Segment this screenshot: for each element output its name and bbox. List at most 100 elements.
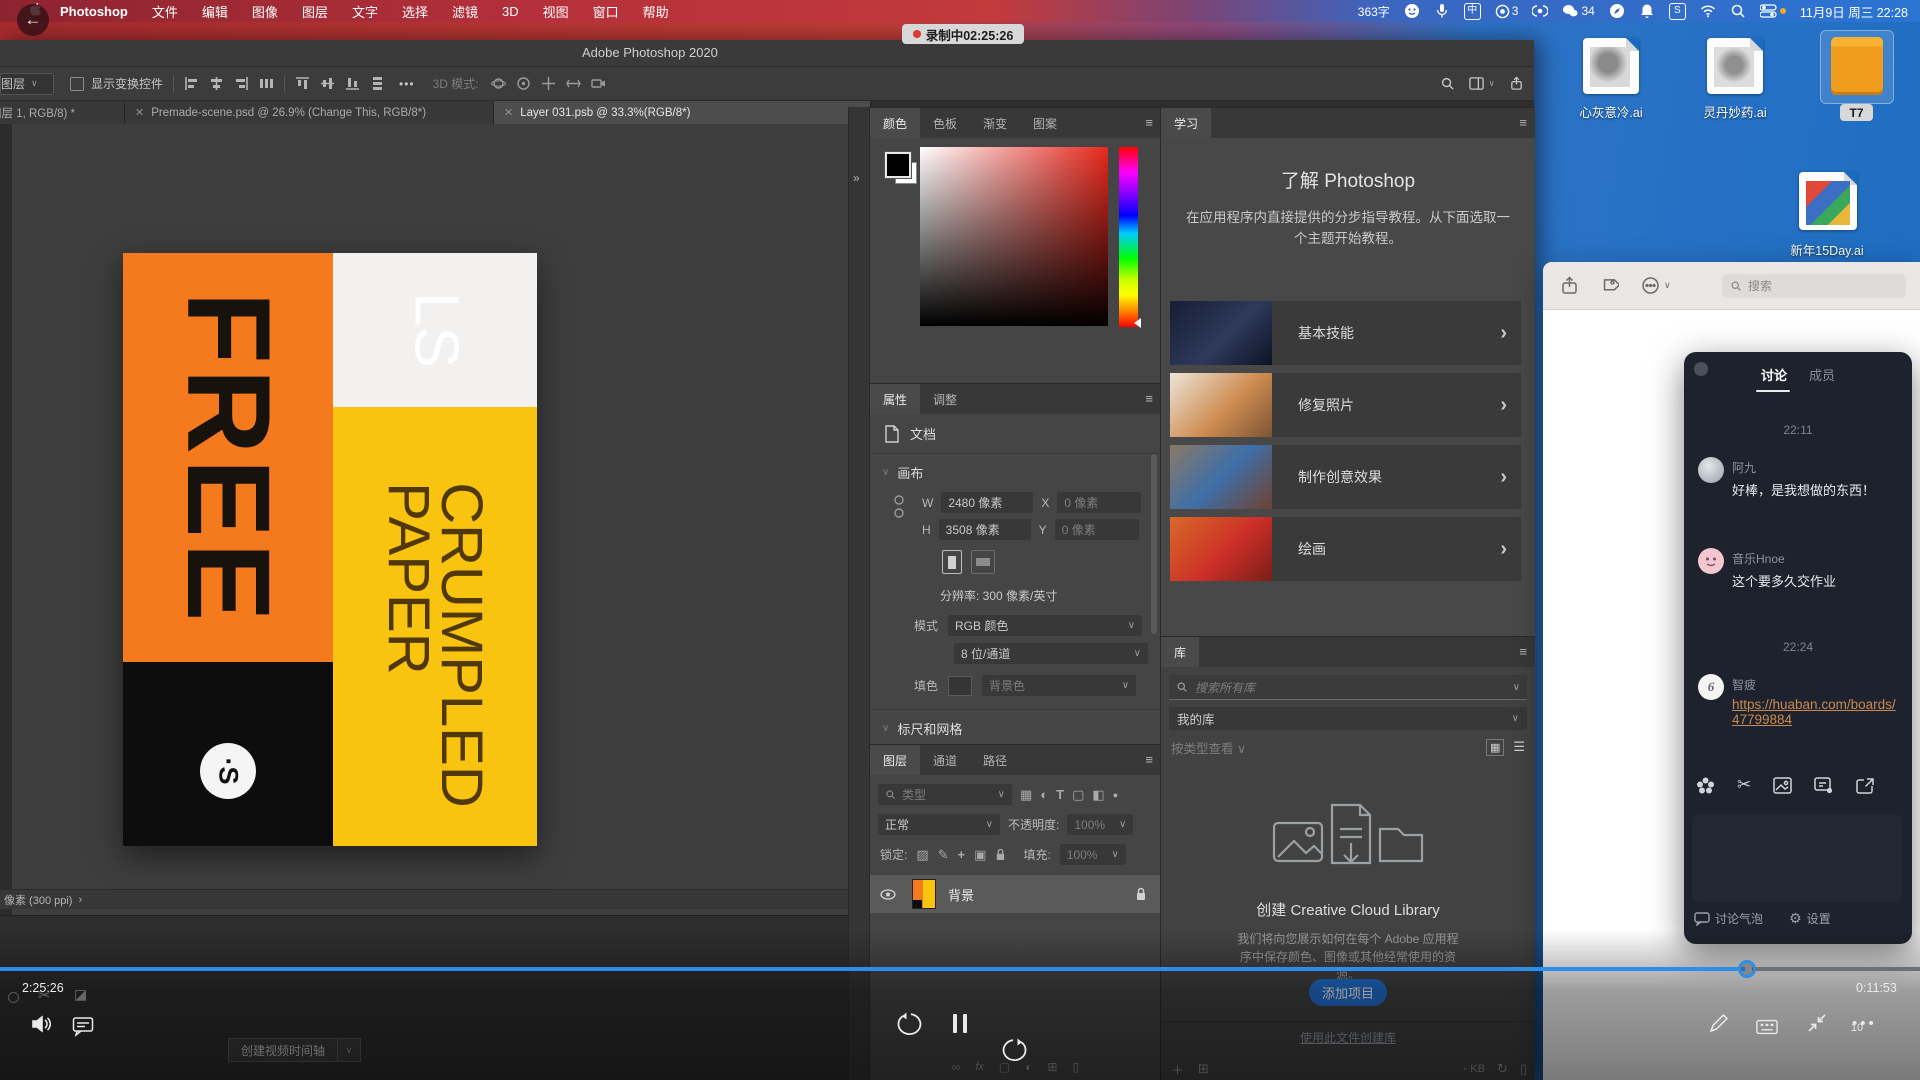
workspace-layout-icon[interactable] <box>1469 76 1484 91</box>
align-top-icon[interactable] <box>295 76 310 91</box>
filter-pixel-icon[interactable]: ▦ <box>1020 787 1032 803</box>
timeline-transition-icon[interactable]: ◪ <box>74 986 87 1003</box>
fill-opacity-field[interactable]: 100%∨ <box>1060 844 1126 865</box>
library-search-input[interactable]: 搜索所有库 ∨ <box>1169 675 1527 700</box>
chat-username[interactable]: 音乐Hnoe <box>1732 550 1785 567</box>
browser-status-icon[interactable] <box>1609 3 1625 19</box>
tab-gradients[interactable]: 渐变 <box>970 108 1020 138</box>
status-chevron-icon[interactable]: › <box>78 894 82 906</box>
learn-card-effects[interactable]: 制作创意效果 › <box>1170 445 1521 509</box>
sticker-flower-icon[interactable] <box>1696 776 1715 795</box>
align-middle-icon[interactable] <box>320 76 335 91</box>
layer-thumbnail[interactable] <box>912 879 936 909</box>
tab-members[interactable]: 成员 <box>1809 365 1835 384</box>
align-bottom-icon[interactable] <box>345 76 360 91</box>
tab-color[interactable]: 颜色 <box>870 108 920 138</box>
menu-type[interactable]: 文字 <box>340 2 390 21</box>
tab-swatches[interactable]: 色板 <box>920 108 970 138</box>
scrollbar[interactable] <box>1151 454 1157 634</box>
pause-button[interactable] <box>953 1014 967 1033</box>
y-field[interactable]: 0 像素 <box>1055 519 1139 540</box>
library-select[interactable]: 我的库 ∨ <box>1169 707 1527 730</box>
align-left-icon[interactable] <box>184 76 199 91</box>
back-button[interactable]: ← <box>17 4 49 36</box>
learn-card-retouch[interactable]: 修复照片 › <box>1170 373 1521 437</box>
tag-icon[interactable] <box>1600 276 1619 295</box>
desktop-icon-file[interactable] <box>1583 38 1639 94</box>
filter-adjustment-icon[interactable]: ◐ <box>1040 787 1048 802</box>
control-center-icon[interactable] <box>1760 4 1786 18</box>
collapse-panels-icon[interactable]: » <box>853 171 860 185</box>
tab-adjustments[interactable]: 调整 <box>920 384 970 414</box>
desktop-icon-file[interactable] <box>1799 172 1857 230</box>
add-item-button[interactable]: 添加项目 <box>1309 979 1387 1006</box>
menu-3d[interactable]: 3D <box>490 4 531 19</box>
zoom-status[interactable]: 像素 (300 ppi) <box>4 892 72 908</box>
layer-style-icon[interactable]: fx <box>975 1061 984 1073</box>
lock-all-icon[interactable] <box>995 848 1006 861</box>
layer-visibility-eye-icon[interactable] <box>880 889 896 900</box>
align-right-icon[interactable] <box>234 76 249 91</box>
collapse-icon[interactable]: ∨ <box>882 723 889 734</box>
menu-layer[interactable]: 图层 <box>290 2 340 21</box>
settings-button[interactable]: ⚙ 设置 <box>1789 910 1831 927</box>
fill-swatch[interactable] <box>948 676 972 696</box>
chevron-down-icon[interactable]: ∨ <box>1488 78 1495 89</box>
close-icon[interactable]: ✕ <box>135 106 144 119</box>
height-field[interactable]: 3508 像素 <box>939 519 1031 540</box>
menu-file[interactable]: 文件 <box>140 2 190 21</box>
menu-app-name[interactable]: Photoshop <box>48 4 140 19</box>
layer-row-background[interactable]: 背景 <box>870 875 1161 913</box>
fill-select[interactable]: 背景色∨ <box>982 675 1136 696</box>
wechat-status-icon[interactable]: 34 <box>1562 4 1594 18</box>
timeline-dropdown-chevron[interactable]: ∨ <box>338 1038 361 1062</box>
x-field[interactable]: 0 像素 <box>1057 492 1141 513</box>
desktop-icon-file[interactable] <box>1707 38 1763 94</box>
spotlight-search-icon[interactable] <box>1730 3 1746 19</box>
notification-bell-icon[interactable] <box>1639 3 1655 19</box>
link-dimensions-icon[interactable] <box>894 494 904 520</box>
chat-input-area[interactable] <box>1692 814 1902 902</box>
lock-artboard-icon[interactable]: ▣ <box>974 847 986 863</box>
progress-scrubber[interactable] <box>1738 960 1756 978</box>
tab-learn[interactable]: 学习 <box>1161 108 1211 138</box>
menu-window[interactable]: 窗口 <box>581 2 631 21</box>
portrait-orientation-button[interactable] <box>942 550 962 574</box>
screen-recorder-status-icon[interactable]: 3 <box>1495 4 1519 19</box>
3d-orbit-icon[interactable] <box>491 76 506 91</box>
s-app-status-icon[interactable]: S <box>1669 3 1686 20</box>
more-actions-icon[interactable]: ∨ <box>1641 276 1671 295</box>
menu-image[interactable]: 图像 <box>240 2 290 21</box>
lock-transparent-icon[interactable]: ▨ <box>916 847 928 863</box>
learn-card-basics[interactable]: 基本技能 › <box>1170 301 1521 365</box>
opacity-field[interactable]: 100%∨ <box>1067 814 1133 835</box>
desktop-icon-label[interactable]: 新年15Day.ai <box>1772 240 1882 259</box>
wifi-icon[interactable] <box>1700 3 1716 19</box>
chevron-down-icon[interactable]: ∨ <box>1513 682 1520 693</box>
create-video-timeline-button[interactable]: 创建视频时间轴 <box>228 1038 338 1062</box>
lock-paint-icon[interactable]: ✎ <box>938 847 949 863</box>
hue-slider[interactable] <box>1119 147 1138 327</box>
bubble-toggle[interactable]: 讨论气泡 <box>1694 910 1763 927</box>
scissors-icon[interactable]: ✂ <box>1737 775 1751 795</box>
tab-libraries[interactable]: 库 <box>1161 637 1199 667</box>
progress-bar-played[interactable] <box>0 967 1745 971</box>
layer-name[interactable]: 背景 <box>948 885 974 904</box>
panel-menu-icon[interactable]: ≡ <box>1519 644 1527 659</box>
desktop-icon-drive-selected[interactable] <box>1820 30 1894 104</box>
word-count-status[interactable]: 363字 <box>1358 3 1390 20</box>
show-transform-checkbox[interactable] <box>70 77 84 91</box>
timeline-record-icon[interactable] <box>8 992 19 1003</box>
foreground-color-swatch[interactable] <box>885 152 911 178</box>
bit-depth-select[interactable]: 8 位/通道∨ <box>954 643 1148 664</box>
layer-filter-select[interactable]: 类型∨ <box>878 784 1012 805</box>
learn-card-paint[interactable]: 绘画 › <box>1170 517 1521 581</box>
tab-discussion[interactable]: 讨论 <box>1761 365 1787 384</box>
more-controls-icon[interactable]: ••• <box>1852 1015 1877 1032</box>
view-by-type[interactable]: 按类型查看 ∨ <box>1171 738 1246 757</box>
document-tab[interactable]: 图层 1, RGB/8) * <box>0 101 125 124</box>
input-method-icon[interactable]: 中 <box>1464 3 1481 20</box>
panel-menu-icon[interactable]: ≡ <box>1519 115 1527 130</box>
desktop-icon-label[interactable]: 心灰意冷.ai <box>1556 102 1666 121</box>
tab-properties[interactable]: 属性 <box>870 384 920 414</box>
